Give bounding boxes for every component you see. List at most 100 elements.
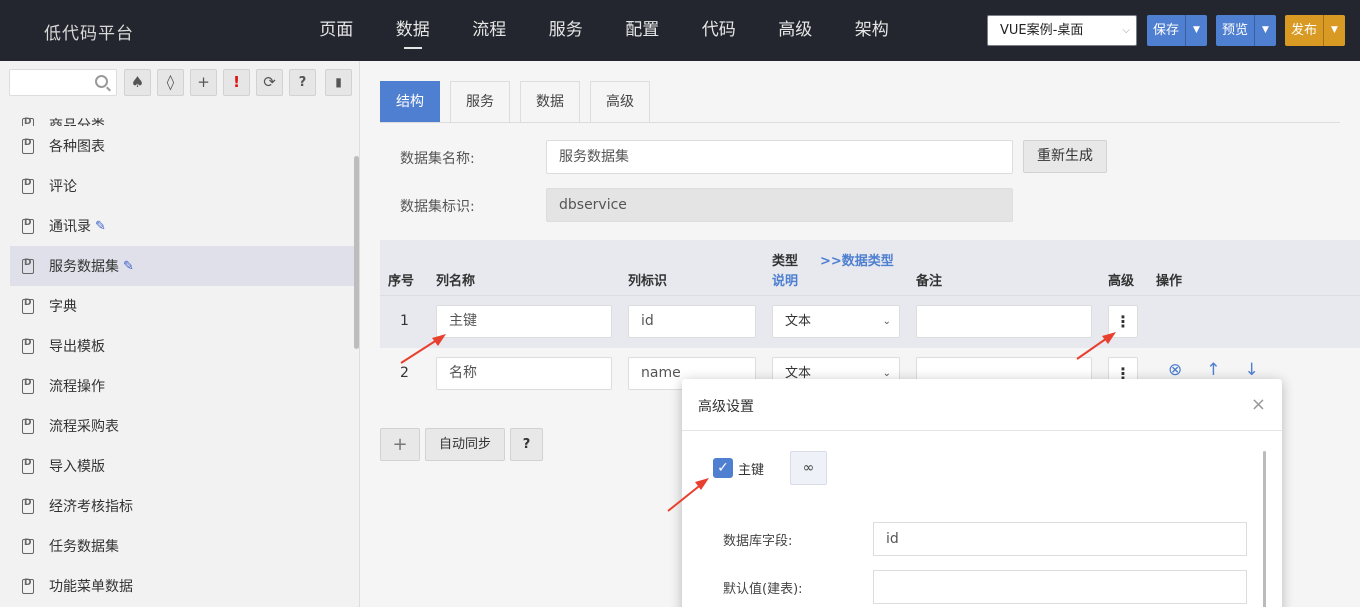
close-icon[interactable]: ×: [1251, 394, 1266, 415]
document-icon: [22, 578, 34, 594]
caret-down-icon[interactable]: ▼: [1185, 15, 1207, 46]
search-icon: [95, 75, 108, 88]
help-icon[interactable]: ?: [289, 69, 316, 96]
column-key-input[interactable]: id: [628, 305, 756, 338]
document-icon: [22, 117, 34, 126]
advanced-settings-dialog: 高级设置 × ✓ 主键 ∞ 数据库字段: id 默认值(建表):: [682, 379, 1282, 607]
col-header-index: 序号: [388, 274, 415, 289]
tab-data[interactable]: 数据: [520, 81, 580, 122]
document-icon: [22, 338, 34, 354]
default-value-input[interactable]: [873, 570, 1247, 604]
save-split-button[interactable]: 保存 ▼: [1147, 15, 1208, 46]
nav-item-data[interactable]: 数据: [375, 0, 452, 61]
add-column-button[interactable]: +: [380, 428, 420, 461]
nav-item-flow[interactable]: 流程: [451, 0, 528, 61]
document-icon: [22, 458, 34, 474]
pencil-icon[interactable]: ✎: [123, 259, 134, 274]
sidebar-item[interactable]: 流程操作: [10, 366, 355, 406]
nav-item-config[interactable]: 配置: [604, 0, 681, 61]
table-row: 1 主键 id 文本 ⌄ ⋮: [380, 296, 1360, 348]
sidebar-item[interactable]: 任务数据集: [10, 526, 355, 566]
delete-circle-icon[interactable]: ⊗: [1168, 360, 1182, 380]
top-bar: 低代码平台 页面 数据 流程 服务 配置 代码 高级 架构 VUE案例-桌面 ⌵…: [0, 0, 1360, 61]
nav-item-architecture[interactable]: 架构: [834, 0, 911, 61]
tab-service[interactable]: 服务: [450, 81, 510, 122]
plus-icon[interactable]: +: [190, 69, 217, 96]
nav-item-service[interactable]: 服务: [528, 0, 605, 61]
col-header-advanced: 高级: [1108, 274, 1135, 289]
caret-down-icon[interactable]: ▼: [1323, 15, 1345, 46]
tab-structure[interactable]: 结构: [380, 81, 440, 122]
sidebar-item-selected[interactable]: 服务数据集✎: [10, 246, 355, 286]
col-header-key: 列标识: [628, 274, 668, 289]
sidebar-item[interactable]: 商品分类: [10, 103, 355, 126]
nav-item-code[interactable]: 代码: [681, 0, 758, 61]
column-type-select[interactable]: 文本 ⌄: [772, 305, 900, 338]
sidebar-item[interactable]: 导出模板: [10, 326, 355, 366]
default-value-label: 默认值(建表):: [723, 582, 803, 597]
preview-button[interactable]: 预览: [1216, 15, 1254, 46]
sidebar-item[interactable]: 流程采购表: [10, 406, 355, 446]
arrow-up-icon[interactable]: ↑: [1206, 360, 1220, 380]
sidebar-item[interactable]: 字典: [10, 286, 355, 326]
dialog-divider: [682, 430, 1282, 431]
db-field-input[interactable]: id: [873, 522, 1247, 556]
document-icon: [22, 218, 34, 234]
auto-sync-button[interactable]: 自动同步: [425, 428, 505, 461]
caret-down-icon[interactable]: ▼: [1254, 15, 1276, 46]
chevron-down-icon: ⌵: [1122, 25, 1130, 36]
preview-split-button[interactable]: 预览 ▼: [1216, 15, 1277, 46]
sidebar-item[interactable]: 各种图表: [10, 126, 355, 166]
alert-icon[interactable]: !: [223, 69, 250, 96]
pencil-icon[interactable]: ✎: [95, 219, 106, 234]
sidebar-item[interactable]: 导入模版: [10, 446, 355, 486]
link-icon[interactable]: ∞: [790, 451, 827, 485]
column-name-input[interactable]: 名称: [436, 357, 612, 390]
help-button[interactable]: ?: [510, 428, 543, 461]
publish-button[interactable]: 发布: [1285, 15, 1323, 46]
tab-divider: [380, 122, 1340, 123]
dataset-name-input[interactable]: 服务数据集: [546, 140, 1013, 174]
chevron-down-icon: ⌄: [882, 316, 891, 327]
project-select[interactable]: VUE案例-桌面 ⌵: [987, 15, 1137, 46]
sidebar-item[interactable]: 通讯录✎: [10, 206, 355, 246]
regenerate-button[interactable]: 重新生成: [1023, 140, 1107, 173]
sidebar-item[interactable]: 评论: [10, 166, 355, 206]
chat-icon[interactable]: ▮: [325, 69, 352, 96]
sidebar-item[interactable]: 经济考核指标: [10, 486, 355, 526]
publish-split-button[interactable]: 发布 ▼: [1285, 15, 1346, 46]
tag-icon[interactable]: ◊: [157, 69, 184, 96]
columns-table-header: 序号 列名称 列标识 类型 >>数据类型 说明 备注 高级 操作: [380, 240, 1360, 296]
sidebar-list: 商品分类 各种图表 评论 通讯录✎ 服务数据集✎ 字典 导出模板 流程操作 流程…: [10, 103, 355, 606]
column-remark-input[interactable]: [916, 305, 1092, 338]
type-description-link[interactable]: 说明: [772, 270, 798, 289]
primary-key-checkbox[interactable]: ✓: [713, 458, 733, 478]
dataset-name-label: 数据集名称:: [400, 151, 475, 167]
save-button[interactable]: 保存: [1147, 15, 1185, 46]
tree-icon[interactable]: ♠: [124, 69, 151, 96]
data-type-link[interactable]: >>数据类型: [820, 250, 894, 269]
sidebar-toolbar: ♠ ◊ + ! ⟳ ? ▮: [0, 61, 359, 103]
document-icon: [22, 498, 34, 514]
col-header-type: 类型: [772, 254, 799, 269]
arrow-down-icon[interactable]: ↓: [1245, 360, 1259, 380]
dialog-scrollbar[interactable]: [1263, 451, 1266, 607]
row-index: 1: [400, 313, 409, 329]
refresh-icon[interactable]: ⟳: [256, 69, 283, 96]
primary-key-label: 主键: [738, 463, 765, 478]
document-icon: [22, 538, 34, 554]
row-index: 2: [400, 365, 409, 381]
row-actions: ⊗ ↑ ↓: [1168, 360, 1259, 380]
dataset-id-input[interactable]: dbservice: [546, 188, 1013, 222]
nav-item-advanced[interactable]: 高级: [757, 0, 834, 61]
sidebar-item[interactable]: 功能菜单数据: [10, 566, 355, 606]
sidebar-scrollbar[interactable]: [354, 156, 359, 349]
col-header-actions: 操作: [1156, 274, 1183, 289]
document-icon: [22, 178, 34, 194]
document-icon: [22, 298, 34, 314]
tab-advanced[interactable]: 高级: [590, 81, 650, 122]
column-name-input[interactable]: 主键: [436, 305, 612, 338]
sidebar-search-input[interactable]: [9, 69, 117, 96]
nav-item-page[interactable]: 页面: [298, 0, 375, 61]
col-header-remark: 备注: [916, 274, 943, 289]
